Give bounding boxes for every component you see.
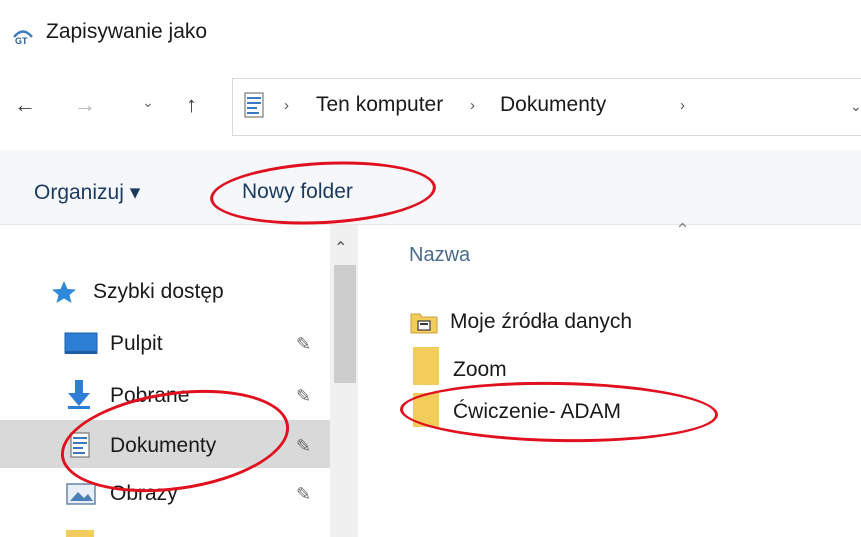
list-item[interactable]: Moje źródła danych (400, 304, 720, 342)
new-folder-button[interactable]: Nowy folder (242, 180, 353, 204)
pin-icon[interactable]: ✎ (296, 386, 311, 407)
file-name: Zoom (453, 358, 507, 381)
sidebar-item-label: Obrazy (110, 482, 178, 505)
data-sources-folder-icon (410, 313, 438, 334)
sidebar-item-desktop[interactable]: Pulpit ✎ (0, 318, 330, 366)
window-title: Zapisywanie jako (46, 20, 208, 43)
back-arrow-icon[interactable]: ← (14, 92, 36, 118)
pin-icon[interactable]: ✎ (296, 334, 311, 355)
pictures-icon (66, 483, 96, 505)
folder-icon (413, 347, 439, 385)
up-arrow-icon[interactable]: ↑ (186, 92, 197, 118)
list-item[interactable]: Ćwiczenie- ADAM (400, 392, 720, 430)
sidebar-item-label: Szybki dostęp (93, 280, 224, 303)
star-icon (52, 281, 76, 303)
organize-button[interactable]: Organizuj ▾ (34, 180, 140, 205)
title-bar: GT Zapisywanie jako (0, 0, 861, 64)
documents-folder-icon (244, 92, 264, 118)
file-name: Moje źródła danych (450, 310, 633, 333)
app-logo-icon: GT (13, 30, 33, 46)
sidebar-item-label: Pobrane (110, 384, 190, 407)
sidebar-item-label: Pulpit (110, 332, 163, 355)
sidebar-item-quick-access[interactable]: Szybki dostęp (0, 268, 330, 316)
sidebar-item-downloads[interactable]: Pobrane ✎ (0, 368, 330, 416)
column-header-name[interactable]: Nazwa (409, 244, 470, 267)
pin-icon[interactable]: ✎ (296, 436, 311, 457)
breadcrumb-separator[interactable]: › (284, 97, 289, 114)
sidebar-item-documents[interactable]: Dokumenty ✎ (0, 420, 330, 468)
breadcrumb-documents[interactable]: Dokumenty (500, 93, 606, 117)
breadcrumb-separator[interactable]: › (680, 97, 685, 114)
breadcrumb-this-pc[interactable]: Ten komputer (316, 93, 443, 117)
pin-icon[interactable]: ✎ (296, 484, 311, 505)
desktop-icon (64, 332, 98, 354)
folder-icon (413, 393, 439, 427)
pane-divider (358, 225, 366, 537)
list-item[interactable]: Zoom (400, 347, 720, 388)
scroll-up-arrow-icon[interactable]: ⌃ (334, 238, 347, 258)
svg-text:GT: GT (15, 36, 28, 46)
forward-arrow-icon[interactable]: → (74, 92, 96, 118)
sort-ascending-icon: ⌃ (675, 220, 691, 240)
address-dropdown-chevron-icon[interactable]: ⌄ (850, 98, 861, 115)
recent-locations-chevron-icon[interactable]: ⌄ (142, 94, 154, 111)
download-arrow-icon (68, 380, 90, 409)
scrollbar-thumb[interactable] (334, 265, 356, 383)
breadcrumb-separator[interactable]: › (470, 97, 475, 114)
folder-icon (66, 530, 94, 537)
sidebar-item-label: Dokumenty (110, 434, 217, 457)
sidebar-item-pictures[interactable]: Obrazy ✎ (0, 470, 330, 518)
file-name: Ćwiczenie- ADAM (453, 400, 622, 423)
documents-icon (70, 432, 90, 458)
